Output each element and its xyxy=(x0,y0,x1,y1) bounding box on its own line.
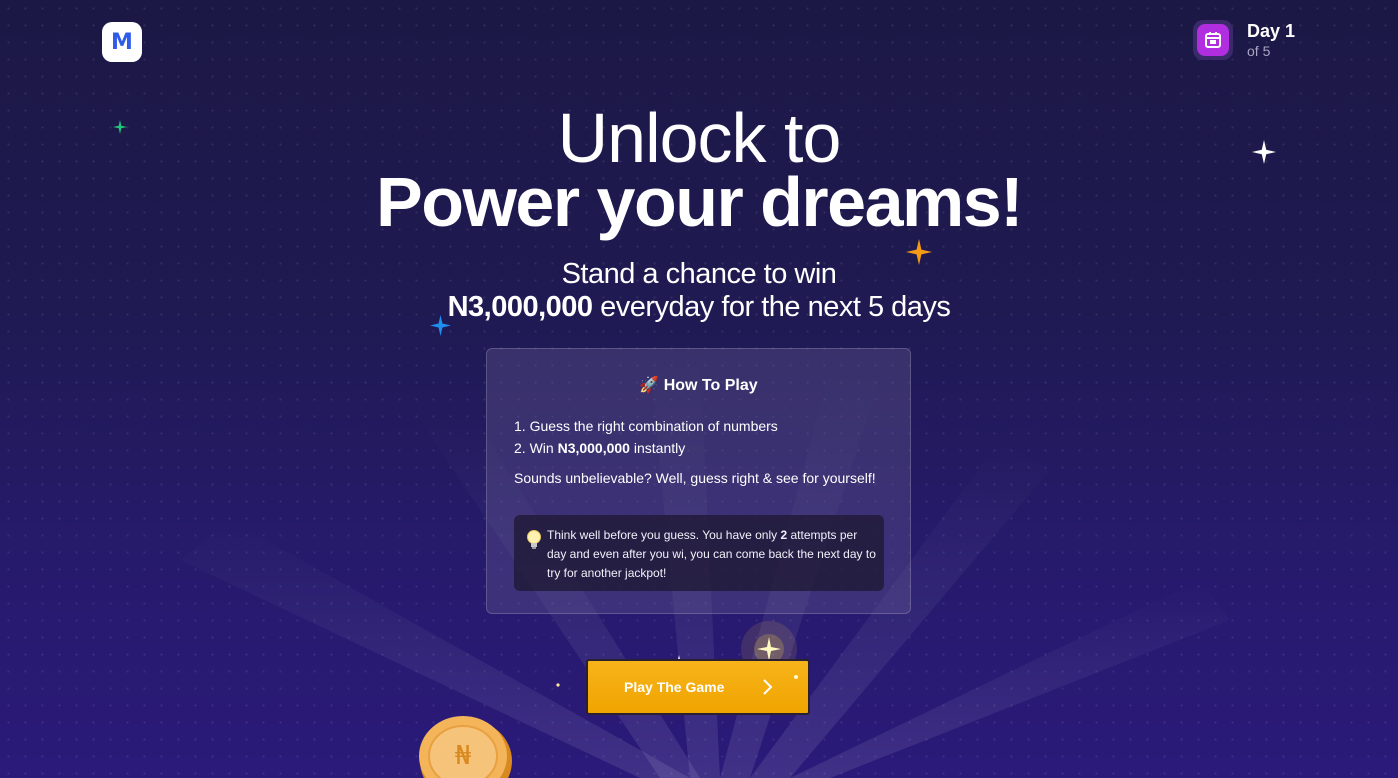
hero-headline-line2: Power your dreams! xyxy=(376,163,1024,241)
day-subtitle: of 5 xyxy=(1247,43,1271,59)
lightbulb-icon xyxy=(527,530,541,549)
hero-subtitle-rest: everyday for the next 5 days xyxy=(592,291,951,323)
calendar-icon-tile xyxy=(1193,20,1233,60)
play-button-label: Play The Game xyxy=(624,679,725,695)
button-dot-icon xyxy=(794,675,798,679)
hero-subtitle-line2: N3,000,000 everyday for the next 5 days xyxy=(0,289,1398,325)
tip-box: Think well before you guess. You have on… xyxy=(514,515,884,591)
play-the-game-button[interactable]: Play The Game xyxy=(586,659,810,715)
day-progress-badge: Day 1 of 5 xyxy=(1193,20,1295,60)
dot-sparkle-icon xyxy=(556,683,560,687)
app-logo[interactable]: M xyxy=(102,22,142,62)
logo-letter: M xyxy=(111,29,133,55)
chevron-right-icon xyxy=(763,679,773,695)
svg-text:₦: ₦ xyxy=(455,741,472,771)
how-to-play-note: Sounds unbelievable? Well, guess right &… xyxy=(514,470,876,486)
how-to-play-title: 🚀 How To Play xyxy=(639,377,758,394)
step-2: 2. Win N3,000,000 instantly xyxy=(514,440,686,456)
prize-amount: N3,000,000 xyxy=(447,291,593,323)
gold-coin-icon: ₦ xyxy=(419,716,512,778)
how-to-play-steps: 1. Guess the right combination of number… xyxy=(514,415,778,459)
hero-subtitle-line1: Stand a chance to win xyxy=(561,258,837,290)
tip-text: Think well before you guess. You have on… xyxy=(547,528,876,580)
step-1: 1. Guess the right combination of number… xyxy=(514,418,778,434)
how-to-play-card: 🚀 How To Play 1. Guess the right combina… xyxy=(486,348,911,614)
day-title: Day 1 xyxy=(1247,21,1296,41)
calendar-icon xyxy=(1205,32,1221,48)
